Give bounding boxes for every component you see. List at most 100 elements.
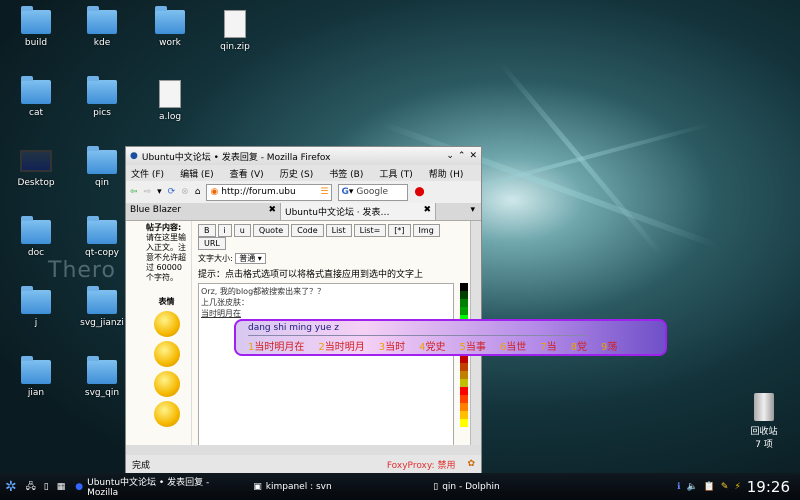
desktop-icon-cat[interactable]: cat <box>6 76 66 118</box>
tab-list-icon[interactable]: ▾ <box>464 203 481 220</box>
candidate-item[interactable]: 8党 <box>571 338 587 353</box>
desktop-icon-pics[interactable]: pics <box>72 76 132 118</box>
desktop-icon-doc[interactable]: doc <box>6 216 66 258</box>
desktop-icon-jian[interactable]: jian <box>6 356 66 398</box>
color-swatch[interactable] <box>460 411 468 419</box>
desktop-icon-kde[interactable]: kde <box>72 6 132 48</box>
menu-item[interactable]: 帮助 (H) <box>429 167 464 180</box>
color-swatch[interactable] <box>460 355 468 363</box>
desktop-icon-j[interactable]: j <box>6 286 66 328</box>
url-input[interactable]: ◉ http://forum.ubu ☰ <box>206 183 333 201</box>
minimize-icon[interactable]: ⌄ <box>446 151 454 161</box>
volume-icon[interactable]: 🔈 <box>683 482 700 492</box>
desktop-icon-build[interactable]: build <box>6 6 66 48</box>
desktop-icon-svg-jianzi[interactable]: svg_jianzi <box>72 286 132 328</box>
color-swatch[interactable] <box>460 299 468 307</box>
file-manager-icon[interactable]: ▯ <box>40 482 53 492</box>
search-input[interactable]: G ▾ Google <box>338 183 409 201</box>
home-icon[interactable]: ⌂ <box>195 187 201 197</box>
horizontal-scrollbar[interactable] <box>126 445 481 455</box>
clipboard-icon[interactable]: 📋 <box>701 482 718 492</box>
forward-icon[interactable]: ⇨ <box>144 187 152 197</box>
color-swatch[interactable] <box>460 363 468 371</box>
network-icon[interactable]: 🖧 <box>22 479 40 495</box>
color-swatch[interactable] <box>460 371 468 379</box>
task-dolphin[interactable]: ▯ qin - Dolphin <box>427 482 607 492</box>
maximize-icon[interactable]: ⌃ <box>458 151 466 161</box>
info-icon[interactable]: ℹ <box>674 482 683 492</box>
desktop-icon-svg-qin[interactable]: svg_qin <box>72 356 132 398</box>
candidate-item[interactable]: 1当时明月在 <box>248 338 304 353</box>
format-button[interactable]: [*] <box>388 224 411 237</box>
candidate-item[interactable]: 2当时明月 <box>318 338 364 353</box>
candidate-item[interactable]: 3当时 <box>379 338 405 353</box>
stop-icon[interactable]: ⊗ <box>181 187 189 197</box>
color-swatch[interactable] <box>460 283 468 291</box>
task-kimpanel[interactable]: ▣ kimpanel : svn <box>247 482 427 492</box>
tab-close-icon[interactable]: ✖ <box>268 205 276 218</box>
trash-count: 7 项 <box>755 440 773 450</box>
candidate-item[interactable]: 9荡 <box>601 338 617 353</box>
desktop-icon-work[interactable]: work <box>140 6 200 48</box>
candidate-item[interactable]: 4党史 <box>419 338 445 353</box>
tab-ubuntu-forum[interactable]: Ubuntu中文论坛 · 发表… ✖ <box>281 203 436 220</box>
close-icon[interactable]: ✕ <box>469 151 477 161</box>
menu-item[interactable]: 工具 (T) <box>379 167 412 180</box>
candidate-item[interactable]: 6当世 <box>500 338 526 353</box>
post-textarea[interactable]: Orz, 我的blog都被搜索出来了？？ 上几张皮肤： 当时明月在 <box>198 283 454 455</box>
back-icon[interactable]: ⇦ <box>130 187 138 197</box>
wink-smiley-icon[interactable] <box>153 371 180 397</box>
format-button[interactable]: Quote <box>252 224 290 237</box>
folder-icon <box>21 216 51 244</box>
desktop-icon-qin-zip[interactable]: qin.zip <box>205 10 265 52</box>
format-button[interactable]: Img <box>412 224 440 237</box>
color-swatch[interactable] <box>460 379 468 387</box>
desktop-icon-qin[interactable]: qin <box>72 146 132 188</box>
tongue-smiley-icon[interactable] <box>153 341 180 367</box>
pager-icon[interactable]: ▦ <box>53 482 70 492</box>
firefox-icon: ● <box>130 151 138 161</box>
desktop-icon-Desktop[interactable]: Desktop <box>6 150 66 188</box>
kde-menu-icon[interactable]: ✲ <box>0 479 22 495</box>
tab-close-icon[interactable]: ✖ <box>423 205 431 218</box>
format-button[interactable]: Code <box>291 224 324 237</box>
format-button[interactable]: URL <box>198 237 226 250</box>
candidate-item[interactable]: 7当 <box>540 338 556 353</box>
laugh-smiley-icon[interactable] <box>153 401 180 427</box>
color-swatch[interactable] <box>460 395 468 403</box>
format-button[interactable]: i <box>217 224 232 237</box>
foxyproxy-icon[interactable]: ✿ <box>467 459 475 469</box>
color-swatch[interactable] <box>460 291 468 299</box>
adblock-icon[interactable]: ⬤ <box>414 187 424 197</box>
pen-icon[interactable]: ✎ <box>718 482 732 492</box>
desktop-icon-a-log[interactable]: a.log <box>140 80 200 122</box>
candidate-item[interactable]: 5当事 <box>460 338 486 353</box>
content-label: 帖子内容: <box>146 223 182 232</box>
menu-item[interactable]: 编辑 (E) <box>180 167 214 180</box>
title-bar[interactable]: ● Ubuntu中文论坛 • 发表回复 - Mozilla Firefox ⌄ … <box>126 147 481 165</box>
emoticons-label: 表情 <box>158 297 175 306</box>
menu-item[interactable]: 书签 (B) <box>329 167 363 180</box>
menu-item[interactable]: 历史 (S) <box>280 167 314 180</box>
format-button[interactable]: List <box>325 224 352 237</box>
format-button[interactable]: List= <box>353 224 387 237</box>
battery-icon[interactable]: ⚡ <box>731 482 743 492</box>
reload-icon[interactable]: ⟳ <box>168 187 176 197</box>
format-button[interactable]: u <box>233 224 251 237</box>
format-button[interactable]: B <box>198 224 216 237</box>
trash-icon[interactable]: 回收站 7 项 <box>742 393 786 450</box>
menu-item[interactable]: 查看 (V) <box>230 167 264 180</box>
color-swatch[interactable] <box>460 307 468 315</box>
history-dropdown-icon[interactable]: ▾ <box>157 187 162 197</box>
tab-blue-blazer[interactable]: Blue Blazer ✖ <box>126 203 281 220</box>
color-swatch[interactable] <box>460 403 468 411</box>
color-swatch[interactable] <box>460 387 468 395</box>
color-swatch[interactable] <box>460 419 468 427</box>
smiley-icon[interactable] <box>153 311 180 337</box>
foxyproxy-status[interactable]: FoxyProxy: 禁用 <box>387 458 456 471</box>
desktop-icon-qt-copy[interactable]: qt-copy <box>72 216 132 258</box>
menu-item[interactable]: 文件 (F) <box>131 167 164 180</box>
clock[interactable]: 19:26 <box>744 478 800 496</box>
font-size-select[interactable]: 普通 ▾ <box>235 253 266 264</box>
task-firefox[interactable]: ● Ubuntu中文论坛 • 发表回复 - Mozilla <box>69 475 247 498</box>
